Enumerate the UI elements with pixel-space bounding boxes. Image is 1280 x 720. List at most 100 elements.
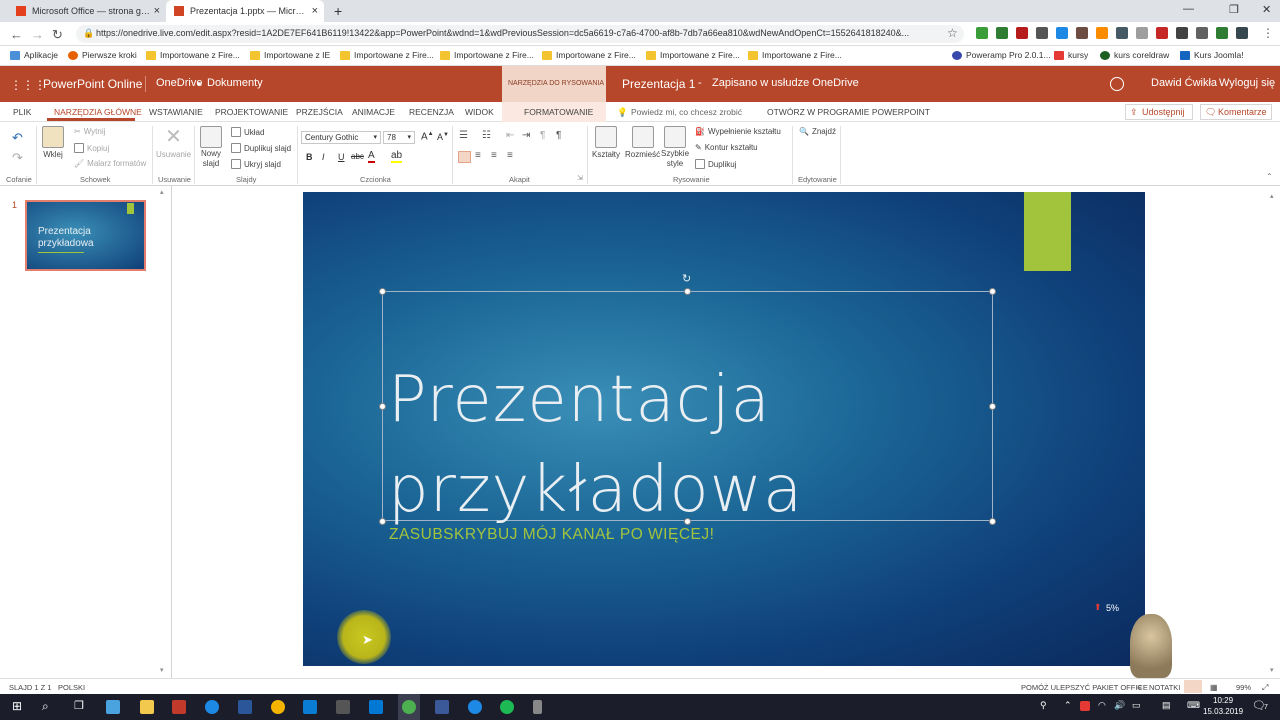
bookmark-item[interactable]: Importowane z Fire... xyxy=(646,50,740,60)
bookmark-apps[interactable]: Aplikacje xyxy=(10,50,58,60)
word-icon[interactable] xyxy=(238,700,252,714)
extension-icon[interactable] xyxy=(1236,27,1248,39)
user-name[interactable]: Dawid Ćwikła xyxy=(1151,77,1217,89)
app-icon[interactable] xyxy=(172,700,186,714)
browser-menu-icon[interactable]: ⋮ xyxy=(1262,26,1274,40)
extension-icon[interactable] xyxy=(1156,27,1168,39)
font-color-icon[interactable]: A xyxy=(368,150,375,163)
zoom-level[interactable]: 99% xyxy=(1236,683,1251,692)
open-desktop-link[interactable]: OTWÓRZ W PROGRAMIE POWERPOINT xyxy=(767,107,930,117)
slide-title[interactable]: Prezentacja przykładowa xyxy=(388,355,988,535)
resize-handle[interactable] xyxy=(379,518,386,525)
skype-icon[interactable] xyxy=(1110,77,1124,91)
tab-review[interactable]: RECENZJA xyxy=(409,107,454,117)
rtl-icon[interactable]: ¶ xyxy=(540,130,545,141)
improve-office-link[interactable]: POMÓŻ ULEPSZYĆ PAKIET OFFICE xyxy=(1021,683,1148,692)
app-name[interactable]: PowerPoint Online xyxy=(43,77,142,91)
delete-button[interactable]: ✕ Usuwanie xyxy=(156,126,191,159)
signout-link[interactable]: Wyloguj się xyxy=(1219,77,1275,89)
windows-start-icon[interactable]: ⊞ xyxy=(12,699,22,713)
bullets-icon[interactable]: ☰ xyxy=(459,130,468,141)
edge-icon[interactable] xyxy=(205,700,219,714)
duplicate-shape-button[interactable]: Duplikuj xyxy=(695,159,736,169)
paste-button[interactable]: Wklej xyxy=(42,126,64,159)
extension-icon[interactable] xyxy=(996,27,1008,39)
align-right-icon[interactable]: ≡ xyxy=(491,150,497,161)
tab-animations[interactable]: ANIMACJE xyxy=(352,107,395,117)
comments-button[interactable]: 🗨 Komentarze xyxy=(1200,104,1272,120)
new-slide-button[interactable]: Nowy slajd xyxy=(200,126,222,169)
people-icon[interactable]: ⚲ xyxy=(1040,700,1047,711)
bookmark-item[interactable]: Poweramp Pro 2.0.1... xyxy=(952,50,1051,60)
ltr-icon[interactable]: ¶ xyxy=(556,130,561,141)
bookmark-star-icon[interactable]: ☆ xyxy=(947,26,958,40)
volume-icon[interactable]: 🔊 xyxy=(1114,700,1125,711)
normal-view-icon[interactable] xyxy=(1184,680,1202,693)
shape-outline-button[interactable]: ✎ Kontur kształtu xyxy=(695,143,758,152)
slide-accent-rect[interactable] xyxy=(1024,192,1071,271)
bookmark-item[interactable]: Importowane z Fire... xyxy=(748,50,842,60)
duplicate-slide-button[interactable]: Duplikuj slajd xyxy=(231,143,291,153)
extension-icon[interactable] xyxy=(1176,27,1188,39)
slide-thumbnail[interactable]: Prezentacja przykładowa xyxy=(25,200,146,271)
align-left-icon[interactable] xyxy=(458,151,471,163)
undo-icon[interactable]: ↶ xyxy=(12,130,23,146)
resize-handle[interactable] xyxy=(989,403,996,410)
extension-icon[interactable] xyxy=(1136,27,1148,39)
minimize-button[interactable]: — xyxy=(1183,3,1194,15)
new-tab-button[interactable]: + xyxy=(334,3,342,19)
app-icon[interactable] xyxy=(106,700,120,714)
align-center-icon[interactable]: ≡ xyxy=(475,150,481,161)
language-status[interactable]: POLSKI xyxy=(58,683,85,692)
extension-icon[interactable] xyxy=(1016,27,1028,39)
extension-icon[interactable] xyxy=(1076,27,1088,39)
share-button[interactable]: ⇪ Udostępnij xyxy=(1125,104,1193,120)
extension-icon[interactable] xyxy=(1036,27,1048,39)
italic-button[interactable]: I xyxy=(322,152,325,162)
redo-icon[interactable]: ↷ xyxy=(12,150,23,166)
grow-font-icon[interactable]: A▲ xyxy=(421,131,434,142)
notes-button[interactable]: NOTATKI xyxy=(1149,683,1180,692)
numbering-icon[interactable]: ☷ xyxy=(482,130,491,141)
bookmark-item[interactable]: Kurs Joomla! xyxy=(1180,50,1244,60)
resize-handle[interactable] xyxy=(684,288,691,295)
ie-icon[interactable] xyxy=(468,700,482,714)
tab-home[interactable]: NARZĘDZIA GŁÓWNE xyxy=(54,107,142,117)
close-window-button[interactable]: ✕ xyxy=(1262,3,1271,16)
document-title[interactable]: Prezentacja 1 xyxy=(622,77,695,91)
app-icon[interactable] xyxy=(271,700,285,714)
ime-icon[interactable]: ⌨ xyxy=(1187,700,1200,711)
chrome-icon[interactable] xyxy=(402,700,416,714)
scroll-up-icon[interactable]: ▴ xyxy=(160,188,164,196)
bookmark-item[interactable]: Importowane z IE xyxy=(250,50,330,60)
fit-slide-icon[interactable]: ⤢ xyxy=(1262,683,1268,693)
tab-insert[interactable]: WSTAWIANIE xyxy=(149,107,203,117)
resize-handle[interactable] xyxy=(379,403,386,410)
bookmark-item[interactable]: kurs coreldraw xyxy=(1100,50,1169,60)
bookmark-item[interactable]: Importowane z Fire... xyxy=(146,50,240,60)
url-field[interactable]: 🔒 https://onedrive.live.com/edit.aspx?re… xyxy=(76,25,964,43)
browser-tab-office-home[interactable]: Microsoft Office — strona główna × xyxy=(8,0,166,22)
resize-handle[interactable] xyxy=(379,288,386,295)
bookmark-item[interactable]: Importowane z Fire... xyxy=(542,50,636,60)
resize-handle[interactable] xyxy=(989,288,996,295)
calculator-icon[interactable] xyxy=(336,700,350,714)
breadcrumb-dokumenty[interactable]: Dokumenty xyxy=(207,77,263,89)
bookmark-item[interactable]: Importowane z Fire... xyxy=(440,50,534,60)
quick-styles-button[interactable]: Szybkie style xyxy=(661,126,689,169)
layout-button[interactable]: Układ xyxy=(231,127,264,137)
shape-fill-button[interactable]: ⛽ Wypełnienie kształtu xyxy=(695,127,781,136)
forward-icon[interactable]: → xyxy=(31,27,44,42)
close-tab-icon[interactable]: × xyxy=(312,5,318,17)
resize-handle[interactable] xyxy=(989,518,996,525)
bookmark-item[interactable]: Pierwsze kroki xyxy=(68,50,137,60)
scroll-down-icon[interactable]: ▾ xyxy=(1270,666,1274,674)
decrease-indent-icon[interactable]: ⇤ xyxy=(506,130,514,141)
cut-button[interactable]: ✂ Wytnij xyxy=(74,127,105,136)
browser-tab-presentation[interactable]: Prezentacja 1.pptx — Microsoft PowerPoin… xyxy=(166,0,324,22)
scroll-down-icon[interactable]: ▾ xyxy=(160,666,164,674)
justify-icon[interactable]: ≡ xyxy=(507,150,513,161)
slide-subtitle[interactable]: ZASUBSKRYBUJ MÓJ KANAŁ PO WIĘCEJ! xyxy=(389,526,714,544)
phone-icon[interactable] xyxy=(533,700,542,714)
wifi-icon[interactable]: ◠ xyxy=(1098,700,1106,711)
